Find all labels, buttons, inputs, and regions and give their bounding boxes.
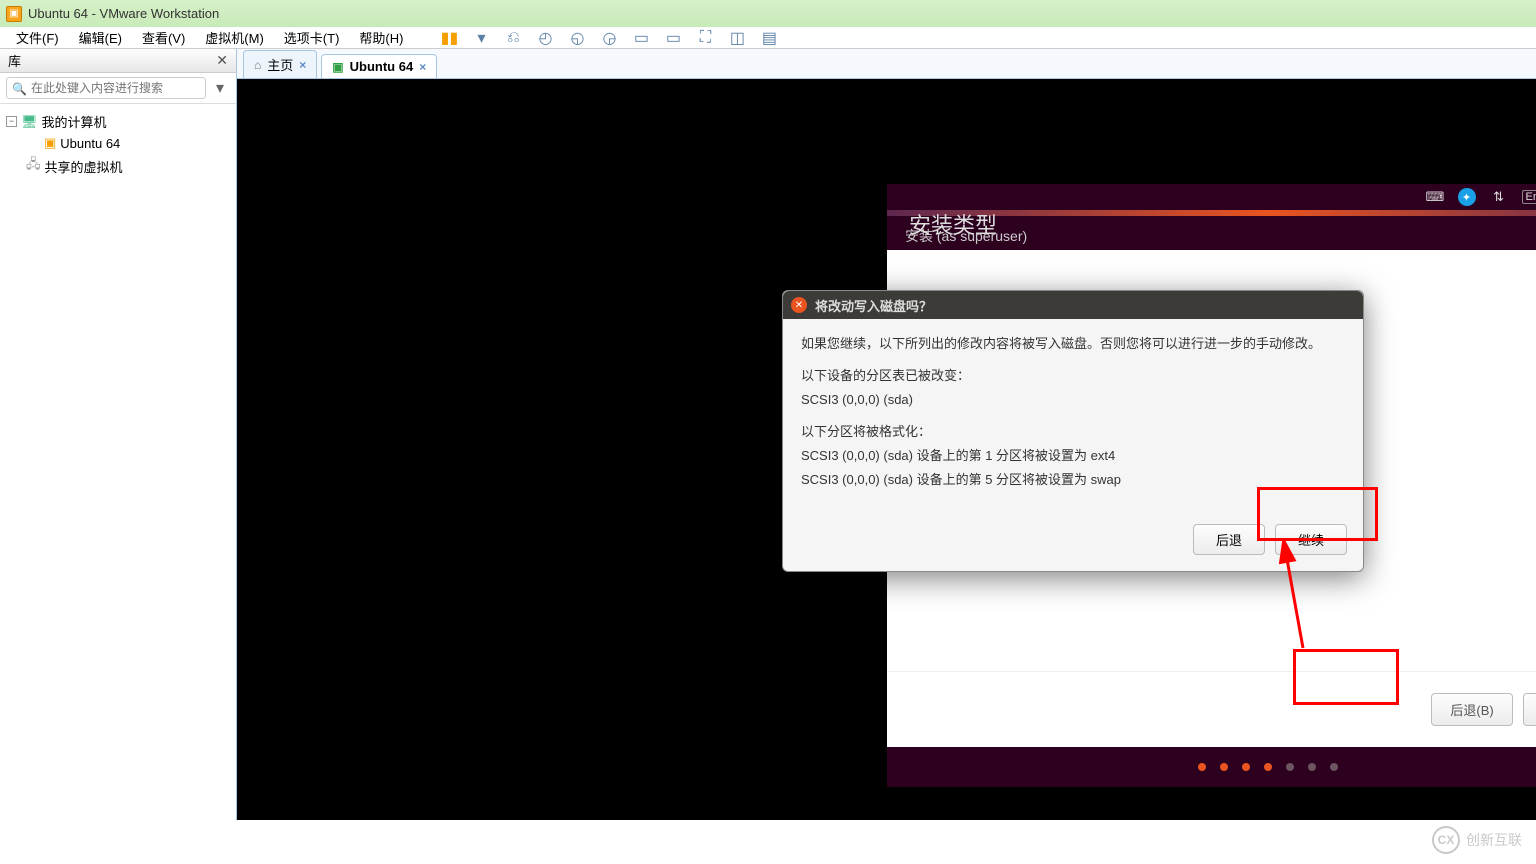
tree-label: 共享的虚拟机 [45,157,123,176]
clock-icon: ◶ [592,26,626,50]
tab-label: Ubuntu 64 [350,59,414,74]
network-icon[interactable]: ⇅ [1490,189,1508,205]
vm-icon: ▣ [44,135,56,151]
fullscreen-icon: ⛶ [690,27,721,49]
progress-dot [1242,763,1250,771]
watermark-text: 创新互联 [1466,830,1522,850]
tab-close-button[interactable]: × [299,58,306,72]
menu-help[interactable]: 帮助(H) [349,26,413,49]
tree-label: Ubuntu 64 [60,136,120,151]
dialog-text: SCSI3 (0,0,0) (sda) [801,389,1345,411]
search-icon: 🔍 [12,82,27,96]
menu-file[interactable]: 文件(F) [6,26,69,49]
library-close-button[interactable]: ✕ [216,52,228,69]
app-icon: ▣ [6,6,22,22]
home-icon: ⌂ [254,58,261,72]
library-title: 库 [8,51,21,70]
progress-dot [1220,763,1228,771]
library-tree: − 🖥 我的计算机 ▣ Ubuntu 64 🖧 共享的虚拟机 [0,104,236,185]
menu-view[interactable]: 查看(V) [132,26,195,49]
dialog-footer: 后退 继续 [783,516,1363,571]
computer-icon: 🖥 [21,114,38,130]
progress-dot [1198,763,1206,771]
screen-icon: ▭ [624,26,659,50]
thumbnail-icon: ▤ [752,26,787,50]
library-header: 库 ✕ [0,49,236,73]
library-search-input[interactable] [6,77,206,99]
clock-icon: ◵ [560,26,594,50]
dialog-text: SCSI3 (0,0,0) (sda) 设备上的第 5 分区将被设置为 swap [801,469,1345,491]
ubuntu-top-panel: ⌨ ✦ ⇅ En ✱ 🔊 ⚙ [887,184,1536,210]
tab-label: 主页 [267,55,293,74]
back-button[interactable]: 后退(B) [1431,693,1512,726]
progress-dot [1286,763,1294,771]
dialog-close-button[interactable]: ✕ [791,297,807,313]
keyboard-icon[interactable]: ⌨ [1426,189,1444,205]
dialog-back-button[interactable]: 后退 [1193,524,1265,555]
language-indicator[interactable]: En [1522,190,1536,204]
tab-strip: ⌂ 主页 × ▣ Ubuntu 64 × [237,49,1536,79]
dialog-title: 将改动写入磁盘吗？ [815,296,932,315]
pause-icon: ▮▮ [431,26,469,50]
menu-tabs[interactable]: 选项卡(T) [274,26,350,49]
chevron-down-icon: ▾ [467,26,495,50]
progress-dot [1330,763,1338,771]
menu-vm[interactable]: 虚拟机(M) [195,26,274,49]
tab-home[interactable]: ⌂ 主页 × [243,50,317,78]
progress-dot [1308,763,1316,771]
accessibility-icon[interactable]: ✦ [1458,188,1476,206]
tab-ubuntu64[interactable]: ▣ Ubuntu 64 × [321,54,437,78]
dialog-body: 如果您继续，以下所列出的修改内容将被写入磁盘。否则您将可以进行进一步的手动修改。… [783,319,1363,516]
progress-dot [1264,763,1272,771]
progress-dots [887,747,1536,787]
vm-icon: ▣ [332,60,343,74]
tree-label: 我的计算机 [42,112,107,131]
installer-footer: 后退(B) 现在安装(I) [887,671,1536,747]
clock-icon: ◴ [528,26,562,50]
watermark: CX 创新互联 [1432,826,1522,854]
library-search-row: 🔍 ▾ [0,73,236,104]
dialog-text: SCSI3 (0,0,0) (sda) 设备上的第 1 分区将被设置为 ext4 [801,445,1345,467]
tree-node-shared[interactable]: 🖧 共享的虚拟机 [4,153,232,179]
dialog-text: 以下设备的分区表已被改变： [801,365,1345,387]
dialog-continue-button[interactable]: 继续 [1275,524,1347,555]
shared-icon: 🖧 [26,155,41,177]
confirm-write-dialog: ✕ 将改动写入磁盘吗？ 如果您继续，以下所列出的修改内容将被写入磁盘。否则您将可… [782,290,1364,572]
tab-close-button[interactable]: × [419,60,426,74]
dialog-titlebar[interactable]: ✕ 将改动写入磁盘吗？ [783,291,1363,319]
dialog-text: 如果您继续，以下所列出的修改内容将被写入磁盘。否则您将可以进行进一步的手动修改。 [801,333,1345,355]
watermark-icon: CX [1432,826,1460,854]
library-panel: 库 ✕ 🔍 ▾ − 🖥 我的计算机 ▣ Ubuntu 64 🖧 共享的虚拟机 [0,49,237,820]
screen-icon: ▭ [656,26,691,50]
snapshot-icon: ⎌ [497,27,530,49]
window-title: Ubuntu 64 - VMware Workstation [28,6,219,21]
tree-node-ubuntu64[interactable]: ▣ Ubuntu 64 [4,133,232,153]
installer-title: 安装类型 [909,208,997,240]
tree-node-my-computer[interactable]: − 🖥 我的计算机 [4,110,232,133]
collapse-icon[interactable]: − [6,116,17,127]
install-now-button[interactable]: 现在安装(I) [1523,693,1536,726]
menu-edit[interactable]: 编辑(E) [69,26,132,49]
dialog-text: 以下分区将被格式化： [801,421,1345,443]
menu-bar: 文件(F) 编辑(E) 查看(V) 虚拟机(M) 选项卡(T) 帮助(H) ▮▮… [0,27,1536,49]
search-dropdown-button[interactable]: ▾ [210,78,230,98]
unity-icon: ◫ [720,26,755,50]
